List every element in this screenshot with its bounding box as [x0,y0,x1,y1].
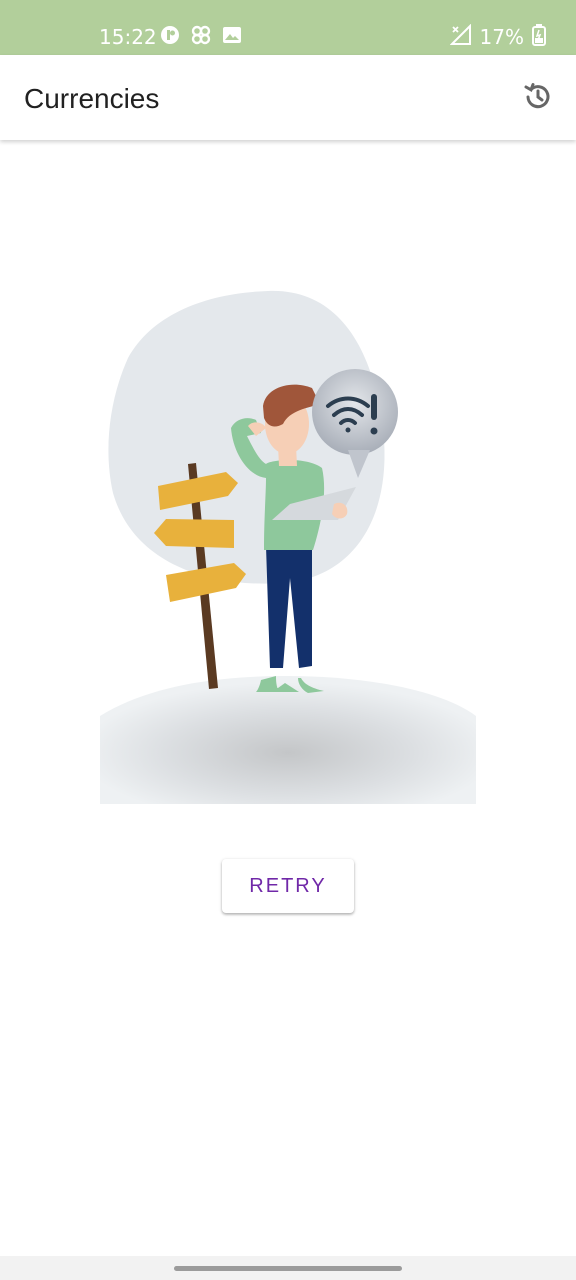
ground-hill [100,676,476,804]
history-icon [523,82,553,117]
retry-label: RETRY [249,874,327,897]
system-icons: 17% [449,23,546,51]
status-bar: 15:22 17% [0,0,576,55]
notification-icons [160,25,242,49]
gesture-handle[interactable] [174,1266,402,1271]
battery-percent: 17% [479,25,524,49]
gallery-icon [222,25,242,50]
retry-button[interactable]: RETRY [222,859,354,913]
history-button[interactable] [518,79,558,119]
navigation-bar [0,1256,576,1280]
battery-icon [532,23,546,51]
page-title: Currencies [24,83,160,114]
app-notification-icon [160,25,180,50]
no-connection-illustration [98,288,478,808]
no-signal-icon [449,23,472,51]
pinwheel-icon [190,24,212,51]
app-bar: Currencies [0,55,576,140]
status-time: 15:22 [99,25,157,49]
